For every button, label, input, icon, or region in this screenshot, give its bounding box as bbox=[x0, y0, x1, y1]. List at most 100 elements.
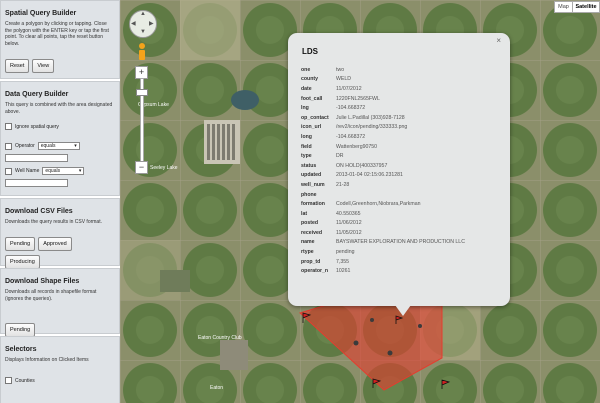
pan-down-icon[interactable]: ▼ bbox=[140, 29, 146, 35]
sidebar: Spatial Query Builder Create a polygon b… bbox=[0, 0, 120, 403]
operator-select[interactable]: equals ▾ bbox=[37, 142, 80, 150]
attribute-value: DR bbox=[336, 153, 344, 160]
attribute-value: Codell,Greenhorn,Niobrara,Parkman bbox=[336, 201, 421, 208]
attribute-value: 11/05/2012 bbox=[336, 229, 362, 236]
attribute-value: BAYSWATER EXPLORATION AND PRODUCTION LLC bbox=[336, 239, 465, 246]
map-label-seeley-lake: Seeley Lake bbox=[150, 165, 178, 171]
chevron-down-icon: ▾ bbox=[78, 168, 82, 174]
data-query-title: Data Query Builder bbox=[5, 91, 69, 98]
download-shape-description: Downloads all records in shapefile forma… bbox=[5, 289, 97, 302]
attribute-value: 21-28 bbox=[336, 181, 350, 188]
attribute-key: lng bbox=[301, 105, 309, 112]
attribute-key: date bbox=[301, 85, 312, 92]
download-csv-title: Download CSV Files bbox=[5, 208, 73, 215]
pan-right-icon[interactable]: ▶ bbox=[149, 20, 154, 27]
attribute-row: operator_n 10261 bbox=[301, 266, 465, 276]
attribute-key: icon_url bbox=[301, 124, 322, 131]
close-icon[interactable]: × bbox=[496, 36, 501, 45]
attribute-key: long bbox=[301, 133, 312, 140]
attribute-row: name BAYSWATER EXPLORATION AND PRODUCTION… bbox=[301, 238, 465, 248]
data-query-panel: Data Query Builder This query is combine… bbox=[0, 81, 120, 196]
attribute-row: status ON HOLD(400337957 bbox=[301, 161, 465, 171]
attribute-key: posted bbox=[301, 220, 319, 227]
attribute-value: /rev2/icon/pending/333333.png bbox=[336, 124, 408, 131]
attribute-value: two bbox=[336, 66, 345, 73]
attribute-key: phone bbox=[301, 191, 317, 198]
attribute-row: type DR bbox=[301, 151, 465, 161]
data-query-description: This query is combined with the area des… bbox=[5, 102, 113, 115]
attribute-value: Julie L.Padillal (303)928-7128 bbox=[336, 114, 405, 121]
attribute-value: 10261 bbox=[336, 268, 351, 275]
well-name-checkbox[interactable] bbox=[5, 167, 12, 175]
map-type-map-button[interactable]: Map bbox=[554, 1, 573, 13]
attribute-key: county bbox=[301, 76, 319, 83]
attribute-row: lat 40.550365 bbox=[301, 209, 465, 219]
attribute-value: 40.550365 bbox=[336, 210, 361, 217]
pan-up-icon[interactable]: ▲ bbox=[140, 11, 146, 17]
attribute-key: updated bbox=[301, 172, 322, 179]
download-csv-panel: Download CSV Files Downloads the query r… bbox=[0, 198, 120, 269]
attribute-row: op_contact Julie L.Padillal (303)928-7128 bbox=[301, 113, 465, 123]
csv-pending-button[interactable]: Pending bbox=[5, 237, 36, 251]
csv-approved-button[interactable]: Approved bbox=[38, 237, 72, 251]
ignore-spatial-checkbox[interactable] bbox=[5, 123, 12, 130]
attribute-key: name bbox=[301, 239, 315, 246]
info-window-title: LDS bbox=[302, 47, 318, 56]
zoom-out-button[interactable]: − bbox=[135, 161, 148, 174]
view-button[interactable]: View bbox=[32, 59, 55, 73]
zoom-slider-handle[interactable] bbox=[136, 89, 148, 96]
attribute-table: one two county WELD date 11/07/2012 foot_call 1… bbox=[301, 65, 465, 276]
info-window: LDS × one two county WELD date 11/07/2012 foot… bbox=[288, 33, 510, 306]
reset-button[interactable]: Reset bbox=[5, 59, 30, 73]
attribute-key: prop_td bbox=[301, 258, 321, 265]
attribute-row: phone bbox=[301, 190, 465, 200]
attribute-row: updated 2013-01-04 02:15:06.231281 bbox=[301, 171, 465, 181]
csv-producing-button[interactable]: Producing bbox=[5, 255, 40, 269]
attribute-key: type bbox=[301, 153, 312, 160]
attribute-key: operator_n bbox=[301, 268, 329, 275]
attribute-key: rtype bbox=[301, 249, 314, 256]
attribute-key: lat bbox=[301, 210, 308, 217]
download-shape-panel: Download Shape Files Downloads all recor… bbox=[0, 268, 120, 337]
shape-pending-button[interactable]: Pending bbox=[5, 323, 36, 337]
attribute-value: 11/07/2012 bbox=[336, 85, 362, 92]
spatial-query-title: Spatial Query Builder bbox=[5, 10, 77, 17]
chevron-down-icon: ▾ bbox=[74, 143, 77, 149]
map-label-eaton: Eaton bbox=[210, 385, 224, 391]
map-type-satellite-button[interactable]: Satellite bbox=[572, 1, 600, 13]
selectors-panel: Selectors Displays Information on Clicke… bbox=[0, 336, 120, 403]
attribute-row: county WELD bbox=[301, 75, 465, 85]
well-name-label: Well Name bbox=[15, 168, 40, 174]
attribute-value: 1220FNL2565FWL bbox=[336, 95, 380, 102]
attribute-key: op_contact bbox=[301, 114, 329, 121]
operator-label: Operator bbox=[15, 143, 35, 149]
attribute-row: lng -104.668372 bbox=[301, 103, 465, 113]
download-csv-description: Downloads the query results in CSV forma… bbox=[5, 219, 102, 225]
operator-input[interactable] bbox=[5, 154, 68, 162]
map-label-eaton-country-club: Eaton Country Club bbox=[198, 335, 242, 341]
operator-checkbox[interactable] bbox=[5, 142, 12, 150]
selectors-title: Selectors bbox=[5, 346, 37, 353]
attribute-key: foot_call bbox=[301, 95, 323, 102]
attribute-value: 2013-01-04 02:15:06.231281 bbox=[336, 172, 403, 179]
attribute-row: formation Codell,Greenhorn,Niobrara,Parkm… bbox=[301, 199, 465, 209]
attribute-row: date 11/07/2012 bbox=[301, 84, 465, 94]
pan-control[interactable]: ▲ ▼ ◀ ▶ bbox=[129, 10, 157, 38]
attribute-key: one bbox=[301, 66, 311, 73]
pan-left-icon[interactable]: ◀ bbox=[131, 20, 136, 27]
attribute-row: long -104.668372 bbox=[301, 132, 465, 142]
attribute-row: foot_call 1220FNL2565FWL bbox=[301, 94, 465, 104]
attribute-row: prop_td 7,355 bbox=[301, 257, 465, 267]
attribute-row: rtype pending bbox=[301, 247, 465, 257]
pegman-icon[interactable] bbox=[137, 43, 146, 61]
attribute-row: posted 11/06/2012 bbox=[301, 219, 465, 229]
counties-checkbox[interactable] bbox=[5, 377, 12, 384]
attribute-value: -104.668372 bbox=[336, 133, 366, 140]
attribute-row: well_num 21-28 bbox=[301, 180, 465, 190]
attribute-value: ON HOLD(400337957 bbox=[336, 162, 388, 169]
attribute-key: received bbox=[301, 229, 323, 236]
well-name-select[interactable]: equals ▾ bbox=[42, 167, 85, 175]
well-name-input[interactable] bbox=[5, 179, 68, 187]
attribute-value: -104.668372 bbox=[336, 105, 366, 112]
attribute-value: 11/06/2012 bbox=[336, 220, 362, 227]
